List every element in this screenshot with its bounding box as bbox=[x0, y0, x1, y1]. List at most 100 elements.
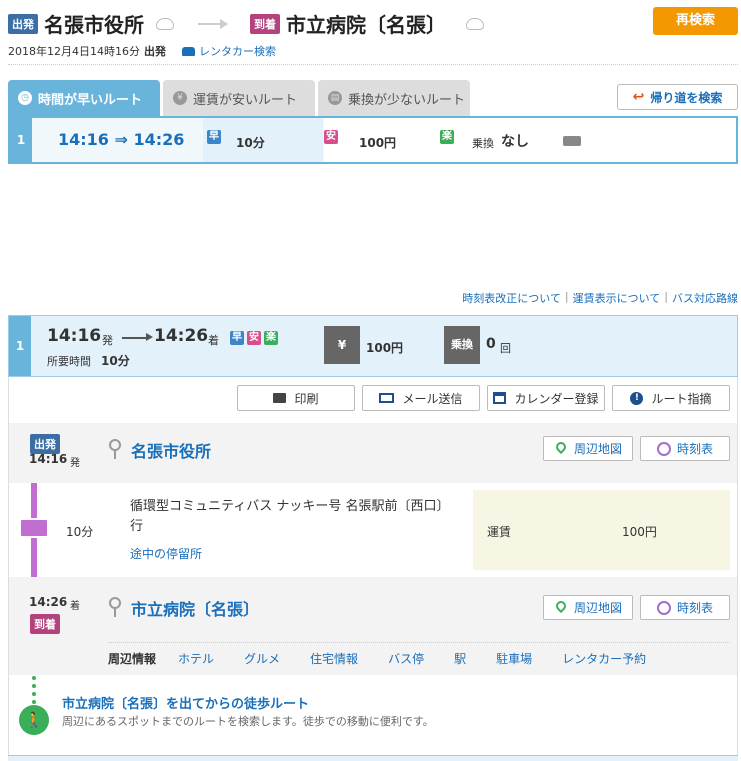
departure-map-label: 周辺地図 bbox=[573, 442, 622, 456]
calendar-button[interactable]: カレンダー登録 bbox=[487, 385, 605, 411]
detail-dep-suffix: 発 bbox=[102, 334, 113, 347]
walking-person-icon: 🚶 bbox=[19, 705, 49, 735]
return-route-button[interactable]: ↩ 帰り道を検索 bbox=[617, 84, 738, 110]
mail-label: メール送信 bbox=[402, 391, 463, 406]
walk-dots bbox=[32, 676, 36, 704]
departure-point-badge: 出発 bbox=[30, 434, 60, 454]
arrival-point-badge: 到着 bbox=[30, 614, 60, 634]
nearby-info: 周辺情報 ホテル グルメ 住宅情報 バス停 駅 駐車場 レンタカー予約 bbox=[108, 650, 646, 667]
calendar-label: カレンダー登録 bbox=[514, 391, 599, 406]
clock-icon bbox=[656, 600, 671, 615]
tab-fastest[interactable]: ◷ 時間が早いルート bbox=[8, 80, 160, 116]
mail-button[interactable]: メール送信 bbox=[362, 385, 480, 411]
car-icon bbox=[181, 46, 195, 56]
divider bbox=[8, 64, 738, 65]
map-pin-icon bbox=[554, 601, 568, 615]
nearby-gourmet-link[interactable]: グルメ bbox=[244, 650, 280, 667]
detail-easy-mark: 楽 bbox=[264, 331, 278, 345]
research-button[interactable]: 再検索 bbox=[653, 7, 738, 35]
datetime-suffix: 出発 bbox=[143, 45, 166, 58]
arrival-map-button[interactable]: 周辺地図 bbox=[543, 595, 633, 620]
detail-fastest-mark: 早 bbox=[230, 331, 244, 345]
route-report-button[interactable]: ! ルート指摘 bbox=[612, 385, 730, 411]
calendar-icon bbox=[493, 392, 507, 404]
route-arrow-icon bbox=[198, 18, 228, 29]
weather-rain-icon bbox=[156, 17, 174, 30]
route-summary-row[interactable]: 1 14:16 ⇒ 14:26 早 10分 安 100円 楽 乗換 なし bbox=[8, 116, 738, 164]
detail-fare: 100円 bbox=[366, 341, 404, 355]
nearby-housing-link[interactable]: 住宅情報 bbox=[310, 650, 358, 667]
fare-label: 運賃 bbox=[487, 525, 512, 539]
route-duration: 10分 bbox=[236, 136, 265, 150]
print-label: 印刷 bbox=[294, 391, 319, 406]
detail-dep-time: 14:16 bbox=[47, 326, 102, 346]
departure-badge: 出発 bbox=[8, 13, 38, 34]
station-pin-icon bbox=[108, 439, 124, 461]
detail-arr-time: 14:26 bbox=[154, 326, 209, 346]
rental-car-link[interactable]: レンタカー検索 bbox=[199, 43, 276, 59]
arrival-suffix: 着 bbox=[70, 601, 80, 612]
transfer-unit: 回 bbox=[500, 342, 511, 355]
tab-fastest-label: 時間が早いルート bbox=[38, 92, 143, 108]
bus-icon bbox=[19, 518, 49, 538]
print-button[interactable]: 印刷 bbox=[237, 385, 355, 411]
alert-icon: ! bbox=[630, 391, 644, 405]
arrival-station-link[interactable]: 市立病院〔名張〕 bbox=[131, 596, 259, 620]
header-route: 出発 名張市役所 到着 市立病院〔名張〕 bbox=[8, 9, 484, 38]
tab-fewest-transfers[interactable]: ▤ 乗換が少ないルート bbox=[318, 80, 470, 116]
transfer-label: 乗換 bbox=[472, 137, 494, 150]
bus-icon bbox=[563, 136, 581, 146]
search-datetime: 2018年12月4日14時16分 出発 レンタカー検索 bbox=[8, 43, 276, 59]
nearby-rental-car-link[interactable]: レンタカー予約 bbox=[562, 650, 646, 667]
departure-timetable-button[interactable]: 時刻表 bbox=[640, 436, 730, 461]
arrival-badge: 到着 bbox=[250, 13, 280, 34]
departure-station-title: 名張市役所 bbox=[44, 13, 144, 37]
map-pin-icon bbox=[554, 442, 568, 456]
easy-mark: 楽 bbox=[440, 130, 454, 144]
route-time: 14:16 ⇒ 14:26 bbox=[58, 130, 185, 149]
departure-suffix: 発 bbox=[70, 458, 80, 469]
arrival-time: 14:26 bbox=[29, 595, 68, 609]
detail-arrow-icon bbox=[122, 337, 148, 339]
datetime-text: 2018年12月4日14時16分 bbox=[8, 45, 140, 58]
duration-label: 所要時間 bbox=[47, 355, 91, 368]
arrival-map-label: 周辺地図 bbox=[573, 601, 622, 615]
detail-duration: 10分 bbox=[101, 354, 130, 368]
route-fare: 100円 bbox=[359, 136, 397, 150]
timetable-revision-link[interactable]: 時刻表改正について bbox=[462, 290, 561, 306]
return-route-label: 帰り道を検索 bbox=[650, 90, 723, 105]
detail-arr-suffix: 着 bbox=[208, 334, 219, 347]
route-number: 1 bbox=[10, 118, 32, 162]
transfer-value: なし bbox=[501, 134, 529, 150]
transfer-box: 乗換 bbox=[444, 326, 480, 364]
arrival-timetable-button[interactable]: 時刻表 bbox=[640, 595, 730, 620]
fare-value: 100円 bbox=[622, 525, 657, 539]
tab-cheapest[interactable]: ¥ 運賃が安いルート bbox=[163, 80, 315, 116]
mail-icon bbox=[379, 393, 395, 403]
tab-fewest-label: 乗換が少ないルート bbox=[348, 92, 466, 108]
nearby-hotel-link[interactable]: ホテル bbox=[178, 650, 214, 667]
departure-station-link[interactable]: 名張市役所 bbox=[131, 438, 211, 462]
nearby-divider bbox=[108, 642, 730, 643]
bus-lines-link[interactable]: バス対応路線 bbox=[672, 290, 738, 306]
fare-display-link[interactable]: 運賃表示について bbox=[573, 290, 661, 306]
nearby-station-link[interactable]: 駅 bbox=[454, 650, 466, 667]
detail-cheap-mark: 安 bbox=[247, 331, 261, 345]
intermediate-stops-link[interactable]: 途中の停留所 bbox=[130, 545, 202, 562]
walk-route-link[interactable]: 市立病院〔名張〕を出てからの徒歩ルート bbox=[62, 693, 309, 712]
cheap-mark: 安 bbox=[324, 130, 338, 144]
departure-map-button[interactable]: 周辺地図 bbox=[543, 436, 633, 461]
separator: | bbox=[564, 290, 569, 303]
bottom-bar bbox=[8, 755, 738, 761]
route-detail-header: 1 14:16 発 14:26 着 早 安 楽 所要時間 10分 ¥ 100円 … bbox=[8, 315, 738, 377]
nearby-bus-stop-link[interactable]: バス停 bbox=[388, 650, 424, 667]
route-report-label: ルート指摘 bbox=[651, 391, 712, 406]
clock-icon bbox=[656, 441, 671, 456]
arrival-timetable-label: 時刻表 bbox=[676, 601, 713, 615]
transfer-count: 0 bbox=[486, 336, 496, 352]
nearby-parking-link[interactable]: 駐車場 bbox=[496, 650, 532, 667]
return-arrow-icon: ↩ bbox=[632, 89, 645, 105]
nearby-label: 周辺情報 bbox=[108, 652, 157, 666]
bus-line-name: 循環型コミュニティバス ナッキー号 名張駅前〔西口〕行 bbox=[130, 499, 450, 534]
departure-timetable-label: 時刻表 bbox=[676, 442, 713, 456]
